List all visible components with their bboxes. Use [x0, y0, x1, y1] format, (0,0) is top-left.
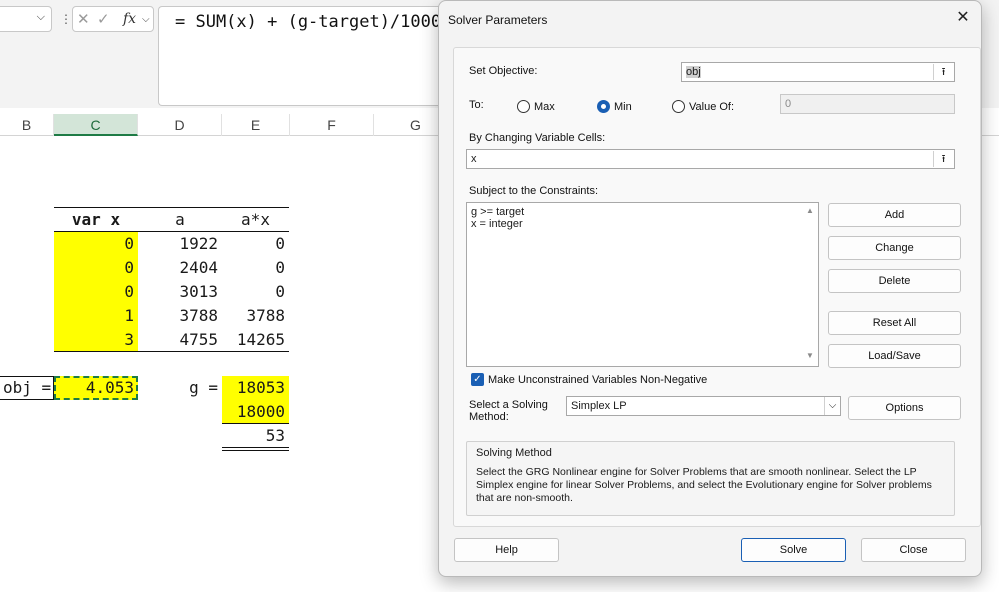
- min-radio[interactable]: [597, 100, 610, 113]
- g-label[interactable]: g =: [138, 376, 222, 400]
- ax-cell[interactable]: 14265: [222, 328, 289, 352]
- min-label[interactable]: Min: [614, 101, 632, 113]
- ax-cell[interactable]: 0: [222, 280, 289, 304]
- a-cell[interactable]: 3013: [138, 280, 222, 304]
- more-icon[interactable]: ⋮: [60, 12, 72, 26]
- ax-cell[interactable]: 0: [222, 256, 289, 280]
- constraint-item[interactable]: x = integer: [471, 218, 523, 230]
- scroll-down-icon[interactable]: ▼: [804, 351, 816, 363]
- header-a[interactable]: a: [138, 208, 222, 232]
- g-value-cell[interactable]: 18053: [222, 376, 289, 400]
- solve-button[interactable]: Solve: [741, 538, 846, 562]
- a-cell[interactable]: 2404: [138, 256, 222, 280]
- ax-cell[interactable]: 3788: [222, 304, 289, 328]
- target-value-cell[interactable]: 18000: [222, 400, 289, 424]
- max-radio[interactable]: [517, 100, 530, 113]
- value-of-label[interactable]: Value Of:: [689, 101, 734, 113]
- method-label-line-1: Select a Solving: [469, 399, 548, 411]
- enter-icon[interactable]: ✓: [97, 10, 110, 28]
- column-header-c[interactable]: C: [54, 114, 138, 136]
- constraints-label: Subject to the Constraints:: [469, 185, 599, 197]
- double-underline-2: [222, 450, 289, 451]
- changing-cells-input[interactable]: x ⭱: [466, 149, 955, 169]
- a-cell[interactable]: 3788: [138, 304, 222, 328]
- column-header-d[interactable]: D: [138, 114, 222, 136]
- objective-value: obj: [686, 66, 701, 78]
- difference-cell[interactable]: 53: [222, 424, 289, 448]
- changing-cells-label: By Changing Variable Cells:: [469, 132, 606, 144]
- scroll-up-icon[interactable]: ▲: [804, 206, 816, 218]
- column-header-b[interactable]: B: [0, 114, 54, 136]
- solving-method-title: Solving Method: [476, 447, 552, 459]
- constraints-list[interactable]: g >= target x = integer ▲ ▼: [466, 202, 819, 367]
- var-x-cell[interactable]: 1: [54, 304, 138, 328]
- checkbox-checked-icon[interactable]: ✓: [471, 373, 484, 386]
- options-button[interactable]: Options: [848, 396, 961, 420]
- insert-function-icon[interactable]: fx: [123, 11, 136, 27]
- changing-cells-value: x: [471, 153, 477, 165]
- formula-text: = SUM(x) + (g-target)/1000: [175, 12, 442, 32]
- collapse-ref-icon[interactable]: ⭱: [933, 64, 953, 80]
- close-button[interactable]: Close: [861, 538, 966, 562]
- column-header-f[interactable]: F: [290, 114, 374, 136]
- chevron-down-icon[interactable]: ⌵: [37, 11, 45, 24]
- name-box[interactable]: ⌵: [0, 6, 52, 32]
- formula-input[interactable]: = SUM(x) + (g-target)/1000: [158, 6, 458, 106]
- add-button[interactable]: Add: [828, 203, 961, 227]
- constraint-item[interactable]: g >= target: [471, 206, 524, 218]
- to-label: To:: [469, 99, 484, 111]
- var-x-cell[interactable]: 0: [54, 232, 138, 256]
- value-of-radio[interactable]: [672, 100, 685, 113]
- set-objective-label: Set Objective:: [469, 65, 538, 77]
- dialog-panel: Set Objective: obj ⭱ To: Max Min Value O…: [453, 47, 981, 527]
- change-button[interactable]: Change: [828, 236, 961, 260]
- method-label-line-2: Method:: [469, 411, 509, 423]
- obj-label[interactable]: obj =: [0, 376, 54, 400]
- chevron-down-icon[interactable]: ⌵: [824, 397, 840, 415]
- collapse-ref-icon[interactable]: ⭱: [933, 151, 953, 167]
- solving-method-description: Select the GRG Nonlinear engine for Solv…: [476, 466, 932, 504]
- solving-method-select[interactable]: Simplex LP ⌵: [566, 396, 841, 416]
- formula-bar-buttons: ✕ ✓ fx ⌵: [72, 6, 154, 32]
- header-var-x[interactable]: var x: [54, 208, 138, 232]
- load-save-button[interactable]: Load/Save: [828, 344, 961, 368]
- var-x-cell[interactable]: 3: [54, 328, 138, 352]
- cancel-icon[interactable]: ✕: [77, 10, 90, 28]
- chevron-down-icon[interactable]: ⌵: [142, 14, 150, 25]
- var-x-cell[interactable]: 0: [54, 280, 138, 304]
- var-x-cell[interactable]: 0: [54, 256, 138, 280]
- solving-method-value: Simplex LP: [571, 400, 627, 412]
- table-bottom-border: [54, 351, 289, 352]
- reset-all-button[interactable]: Reset All: [828, 311, 961, 335]
- objective-input[interactable]: obj ⭱: [681, 62, 955, 82]
- close-icon[interactable]: ✕: [953, 8, 973, 28]
- value-of-input[interactable]: 0: [780, 94, 955, 114]
- obj-cell-selected[interactable]: 4.053: [54, 376, 138, 400]
- header-ax[interactable]: a*x: [222, 208, 289, 232]
- delete-button[interactable]: Delete: [828, 269, 961, 293]
- solving-method-group: Solving Method Select the GRG Nonlinear …: [466, 441, 955, 516]
- solver-parameters-dialog: Solver Parameters ✕ Set Objective: obj ⭱…: [438, 0, 982, 577]
- dialog-title: Solver Parameters: [448, 13, 548, 27]
- double-underline-1: [222, 447, 289, 448]
- ax-cell[interactable]: 0: [222, 232, 289, 256]
- nonneg-label[interactable]: Make Unconstrained Variables Non-Negativ…: [488, 374, 707, 386]
- max-label[interactable]: Max: [534, 101, 555, 113]
- method-label: Select a Solving Method:: [469, 399, 548, 423]
- help-button[interactable]: Help: [454, 538, 559, 562]
- a-cell[interactable]: 4755: [138, 328, 222, 352]
- column-header-e[interactable]: E: [222, 114, 290, 136]
- a-cell[interactable]: 1922: [138, 232, 222, 256]
